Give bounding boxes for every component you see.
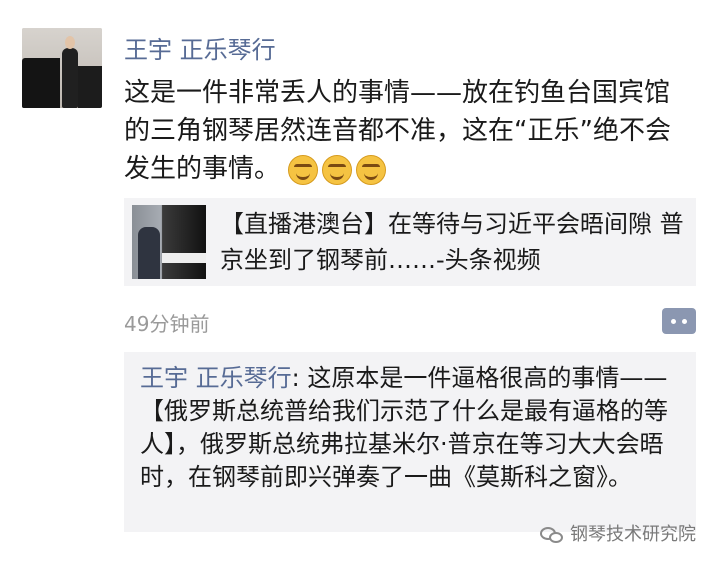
emoji-row [288,151,390,189]
avatar-piano-shape-right [78,66,102,108]
comment-separator: : [291,364,308,392]
watermark: 钢琴技术研究院 [540,520,696,550]
avatar-head-shape [65,36,75,49]
link-thumbnail [132,205,206,279]
post-timestamp: 49分钟前 [124,312,210,336]
face-with-tears-of-joy-icon [356,155,387,185]
menu-dot-icon [682,319,687,324]
post-content: 这是一件非常丢人的事情——放在钓鱼台国宾馆的三角钢琴居然连音都不准，这在“正乐”… [124,74,694,189]
post-author-name[interactable]: 王宇 正乐琴行 [124,30,276,65]
thumbnail-person-shape [138,227,160,279]
author-avatar[interactable] [22,28,102,108]
comment-menu-button[interactable] [662,308,696,334]
watermark-text: 钢琴技术研究院 [570,524,696,545]
menu-dot-icon [671,319,676,324]
link-title: 【直播港澳台】在等待与习近平会晤间隙 普京坐到了钢琴前……-头条视频 [220,210,684,274]
wechat-icon [540,525,564,545]
face-with-tears-of-joy-icon [288,155,319,185]
comment-section: 王宇 正乐琴行: 这原本是一件逼格很高的事情——【俄罗斯总统普给我们示范了什么是… [124,352,696,532]
avatar-piano-shape [22,58,60,108]
comment-item[interactable]: 王宇 正乐琴行: 这原本是一件逼格很高的事情——【俄罗斯总统普给我们示范了什么是… [140,362,684,494]
avatar-person-shape [62,48,78,108]
thumbnail-piano-keys [162,253,206,263]
comment-author[interactable]: 王宇 正乐琴行 [140,364,292,392]
shared-link-card[interactable]: 【直播港澳台】在等待与习近平会晤间隙 普京坐到了钢琴前……-头条视频 [124,198,696,286]
post-text: 这是一件非常丢人的事情——放在钓鱼台国宾馆的三角钢琴居然连音都不准，这在“正乐”… [124,78,671,184]
face-with-tears-of-joy-icon [322,155,353,185]
